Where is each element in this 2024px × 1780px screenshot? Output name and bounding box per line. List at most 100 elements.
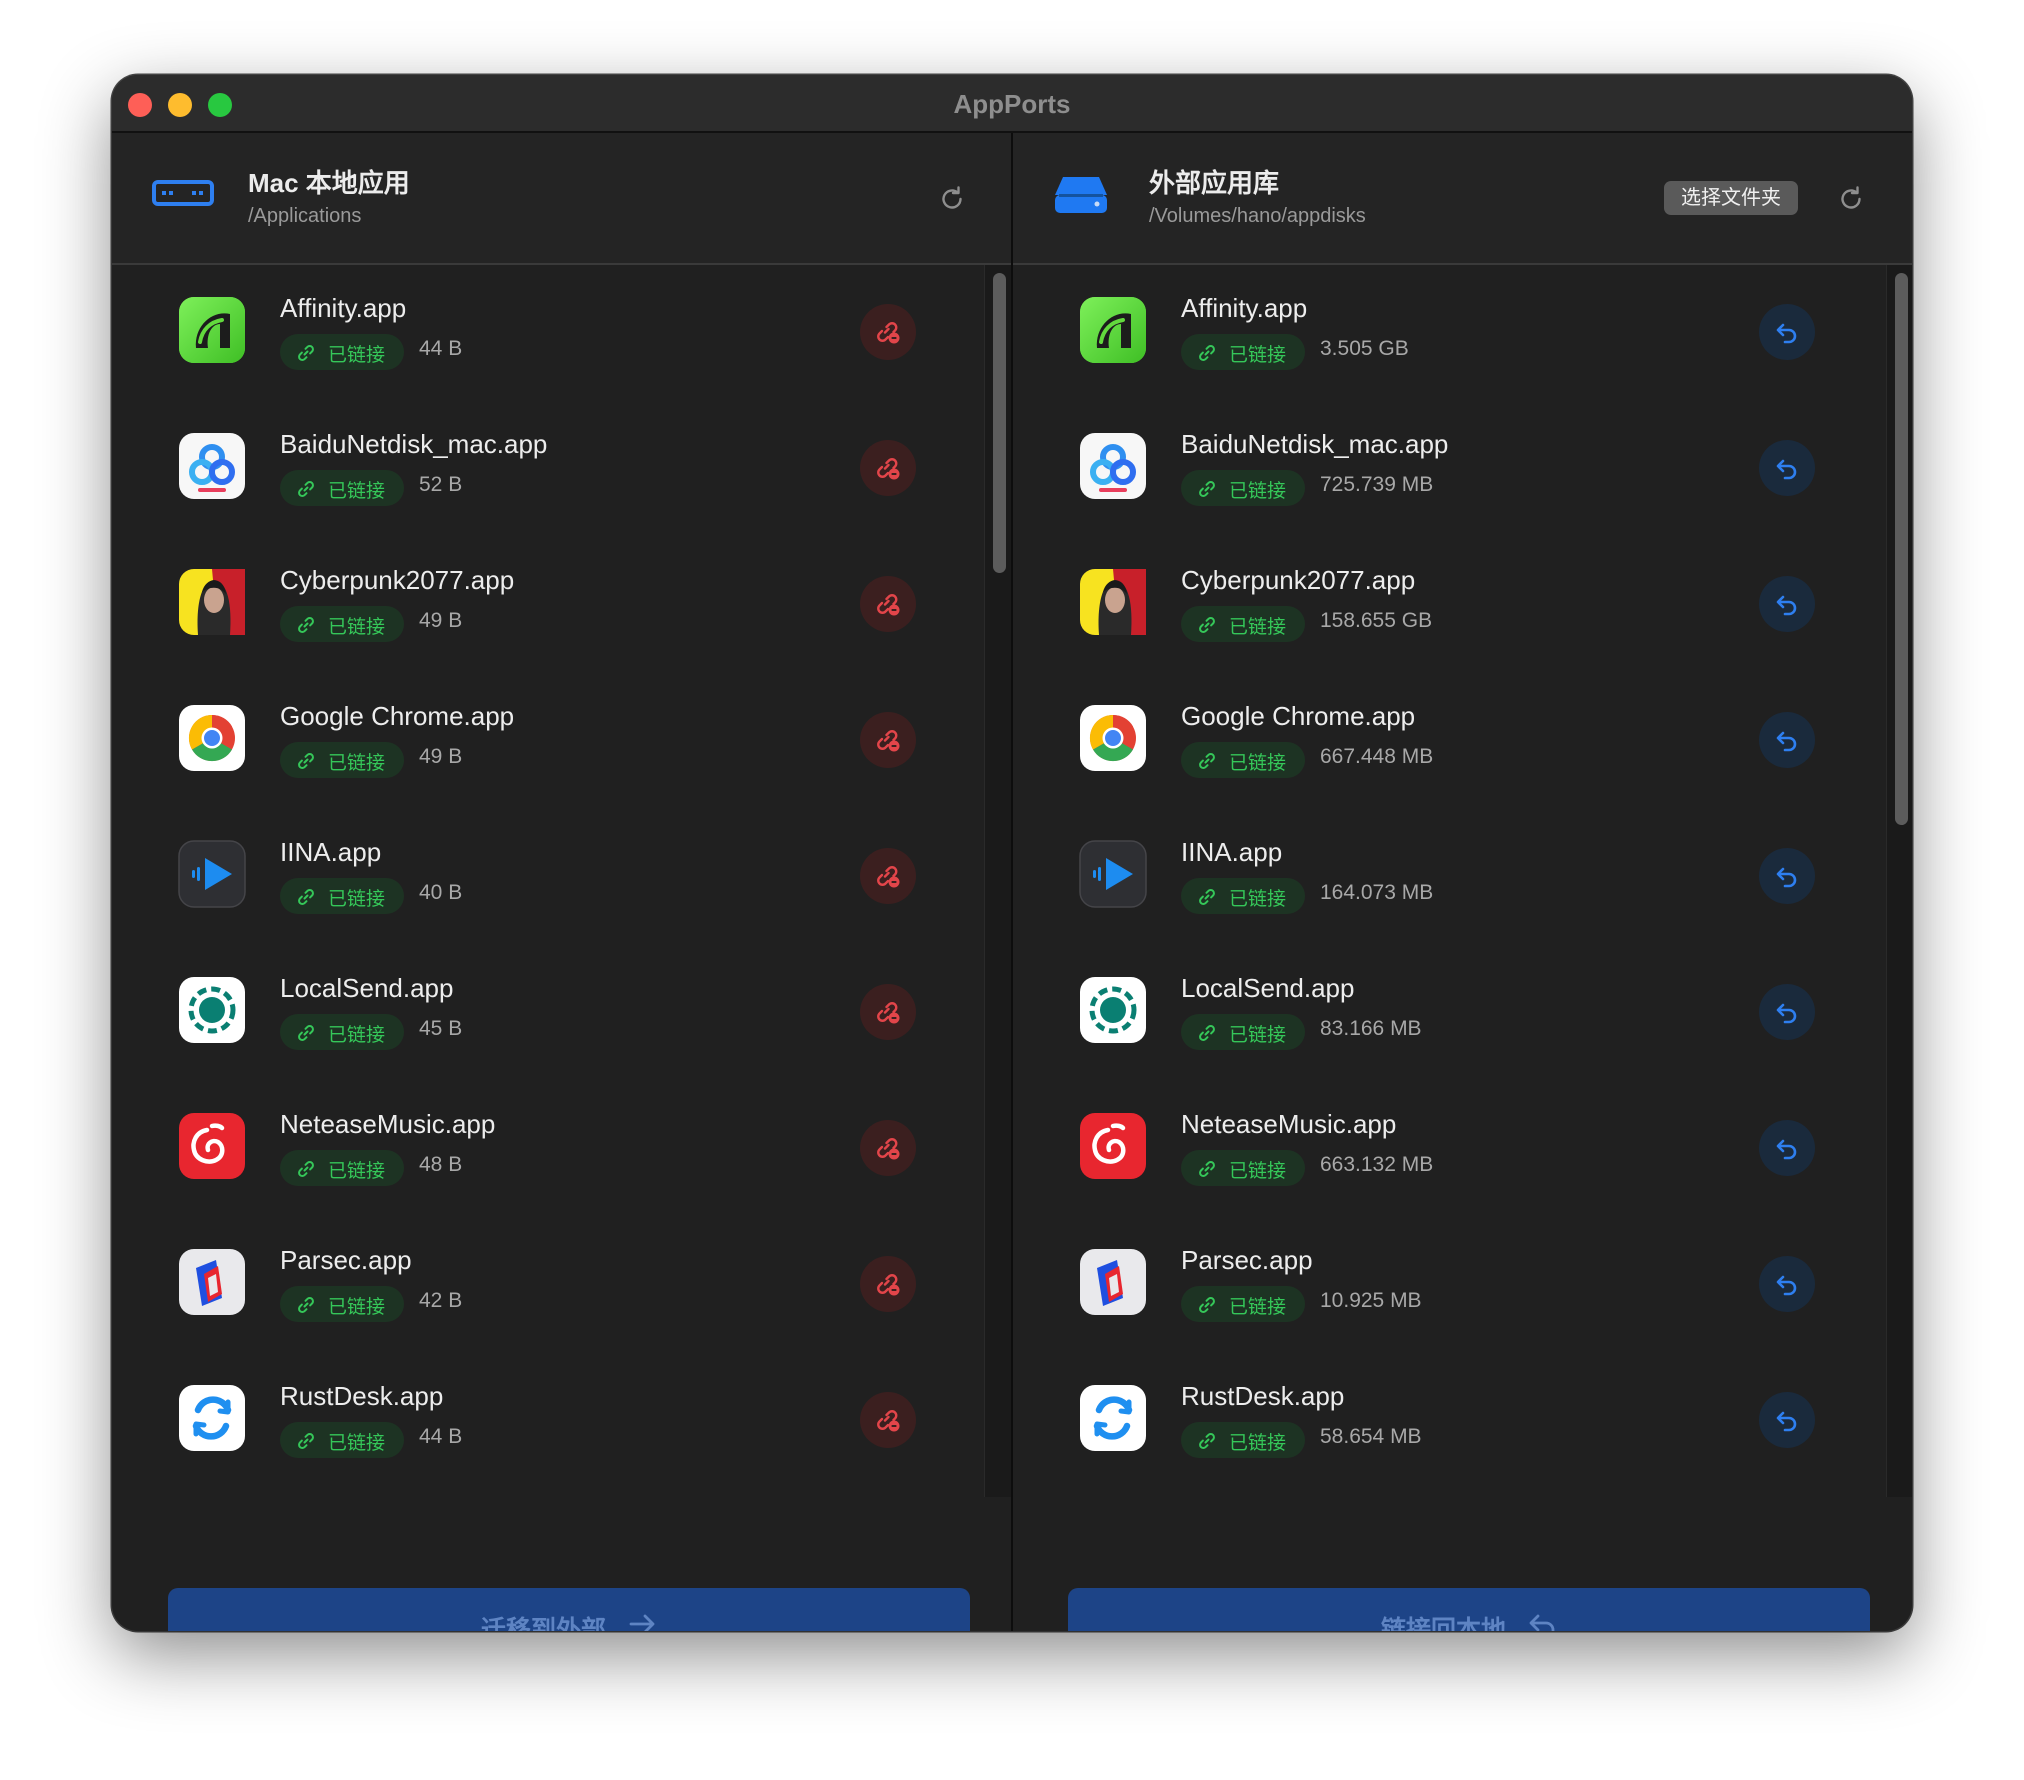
local-app-list[interactable]: Affinity.app 已链接 44 B BaiduNetdisk_mac.app 已… xyxy=(112,265,982,1497)
status-label: 已链接 xyxy=(328,617,386,638)
link-back-button[interactable] xyxy=(1759,1256,1815,1312)
chrome-icon xyxy=(1079,704,1147,772)
app-row[interactable]: Cyberpunk2077.app 已链接 49 B xyxy=(112,537,982,673)
unlink-button[interactable] xyxy=(860,304,916,360)
app-name: Google Chrome.app xyxy=(1181,701,1416,731)
unlink-button[interactable] xyxy=(860,1392,916,1448)
link-back-button[interactable] xyxy=(1759,984,1815,1040)
unlink-button[interactable] xyxy=(860,848,916,904)
return-arrow-icon xyxy=(1773,726,1801,754)
local-panel-path: /Applications xyxy=(248,205,362,227)
app-row[interactable]: BaiduNetdisk_mac.app 已链接 725.739 MB xyxy=(1013,401,1883,537)
app-row[interactable]: Parsec.app 已链接 10.925 MB xyxy=(1013,1217,1883,1353)
external-app-list[interactable]: Affinity.app 已链接 3.505 GB BaiduNetdisk_mac.… xyxy=(1013,265,1883,1497)
app-row[interactable]: Affinity.app 已链接 44 B xyxy=(112,265,982,401)
app-size: 3.505 GB xyxy=(1320,337,1409,360)
window-title: AppPorts xyxy=(953,89,1071,119)
status-label: 已链接 xyxy=(1229,1433,1287,1454)
linked-status-badge: 已链接 xyxy=(280,1286,404,1322)
unlink-button[interactable] xyxy=(860,440,916,496)
parsec-icon xyxy=(178,1248,246,1316)
app-size: 44 B xyxy=(419,1425,463,1448)
link-icon xyxy=(296,479,316,499)
app-name: IINA.app xyxy=(1181,837,1283,867)
unlink-button[interactable] xyxy=(860,576,916,632)
external-list-scrollbar[interactable] xyxy=(1886,265,1912,1497)
local-apps-panel: Mac 本地应用 /Applications Affinity.app 已链接 44… xyxy=(112,133,1011,1631)
link-back-button[interactable] xyxy=(1759,304,1815,360)
app-row[interactable]: BaiduNetdisk_mac.app 已链接 52 B xyxy=(112,401,982,537)
link-icon xyxy=(1197,343,1217,363)
unlink-button[interactable] xyxy=(860,712,916,768)
local-list-scrollbar[interactable] xyxy=(984,265,1011,1497)
link-icon xyxy=(296,751,316,771)
link-icon xyxy=(296,1159,316,1179)
link-icon xyxy=(1197,887,1217,907)
migrate-to-external-button[interactable]: 迁移到外部 xyxy=(168,1588,970,1631)
app-row[interactable]: LocalSend.app 已链接 45 B xyxy=(112,945,982,1081)
app-name: RustDesk.app xyxy=(1181,1381,1345,1411)
linked-status-badge: 已链接 xyxy=(280,878,404,914)
linked-status-badge: 已链接 xyxy=(280,334,404,370)
link-icon xyxy=(1197,1431,1217,1451)
app-row[interactable]: Google Chrome.app 已链接 49 B xyxy=(112,673,982,809)
app-row[interactable]: IINA.app 已链接 40 B xyxy=(112,809,982,945)
app-size: 164.073 MB xyxy=(1320,881,1434,904)
status-label: 已链接 xyxy=(328,481,386,502)
app-row[interactable]: IINA.app 已链接 164.073 MB xyxy=(1013,809,1883,945)
iina-icon xyxy=(178,840,246,908)
app-row[interactable]: Parsec.app 已链接 42 B xyxy=(112,1217,982,1353)
link-back-local-button[interactable]: 链接回本地 xyxy=(1068,1588,1870,1631)
link-back-button[interactable] xyxy=(1759,576,1815,632)
rustdesk-icon xyxy=(178,1384,246,1452)
local-scroll-thumb[interactable] xyxy=(993,273,1006,573)
unlink-button[interactable] xyxy=(860,1120,916,1176)
linked-status-badge: 已链接 xyxy=(1181,878,1305,914)
linked-status-badge: 已链接 xyxy=(1181,1286,1305,1322)
unlink-button[interactable] xyxy=(860,1256,916,1312)
app-name: Affinity.app xyxy=(280,293,407,323)
app-row[interactable]: Google Chrome.app 已链接 667.448 MB xyxy=(1013,673,1883,809)
arrow-right-icon xyxy=(629,1614,655,1631)
affinity-icon xyxy=(178,296,246,364)
app-row[interactable]: LocalSend.app 已链接 83.166 MB xyxy=(1013,945,1883,1081)
app-name: Cyberpunk2077.app xyxy=(1181,565,1416,595)
netease-music-icon xyxy=(178,1112,246,1180)
link-back-button[interactable] xyxy=(1759,1392,1815,1448)
status-label: 已链接 xyxy=(1229,889,1287,910)
link-back-button[interactable] xyxy=(1759,440,1815,496)
app-row[interactable]: NeteaseMusic.app 已链接 48 B xyxy=(112,1081,982,1217)
app-row[interactable]: RustDesk.app 已链接 58.654 MB xyxy=(1013,1353,1883,1489)
external-panel-title: 外部应用库 xyxy=(1149,168,1280,198)
refresh-external-button[interactable] xyxy=(1835,183,1867,215)
return-arrow-icon xyxy=(1773,590,1801,618)
app-row[interactable]: Cyberpunk2077.app 已链接 158.655 GB xyxy=(1013,537,1883,673)
linked-status-badge: 已链接 xyxy=(1181,1150,1305,1186)
rustdesk-icon xyxy=(1079,1384,1147,1452)
unlink-icon xyxy=(874,1270,902,1298)
chrome-icon xyxy=(178,704,246,772)
app-size: 667.448 MB xyxy=(1320,745,1434,768)
external-apps-panel: 外部应用库 /Volumes/hano/appdisks 选择文件夹 Affin… xyxy=(1013,133,1912,1631)
link-back-button[interactable] xyxy=(1759,712,1815,768)
app-size: 725.739 MB xyxy=(1320,473,1434,496)
status-label: 已链接 xyxy=(328,1433,386,1454)
return-arrow-icon xyxy=(1773,862,1801,890)
link-back-button[interactable] xyxy=(1759,848,1815,904)
link-icon xyxy=(1197,1159,1217,1179)
external-scroll-thumb[interactable] xyxy=(1895,273,1908,825)
unlink-button[interactable] xyxy=(860,984,916,1040)
app-row[interactable]: NeteaseMusic.app 已链接 663.132 MB xyxy=(1013,1081,1883,1217)
status-label: 已链接 xyxy=(328,345,386,366)
status-label: 已链接 xyxy=(1229,1297,1287,1318)
app-name: BaiduNetdisk_mac.app xyxy=(280,429,548,459)
app-row[interactable]: RustDesk.app 已链接 44 B xyxy=(112,1353,982,1489)
external-drive-icon xyxy=(1055,177,1107,213)
choose-folder-button[interactable]: 选择文件夹 xyxy=(1664,181,1798,215)
refresh-local-button[interactable] xyxy=(936,183,968,215)
link-back-button[interactable] xyxy=(1759,1120,1815,1176)
local-panel-title: Mac 本地应用 xyxy=(248,168,410,198)
app-row[interactable]: Affinity.app 已链接 3.505 GB xyxy=(1013,265,1883,401)
app-name: IINA.app xyxy=(280,837,382,867)
status-label: 已链接 xyxy=(1229,345,1287,366)
